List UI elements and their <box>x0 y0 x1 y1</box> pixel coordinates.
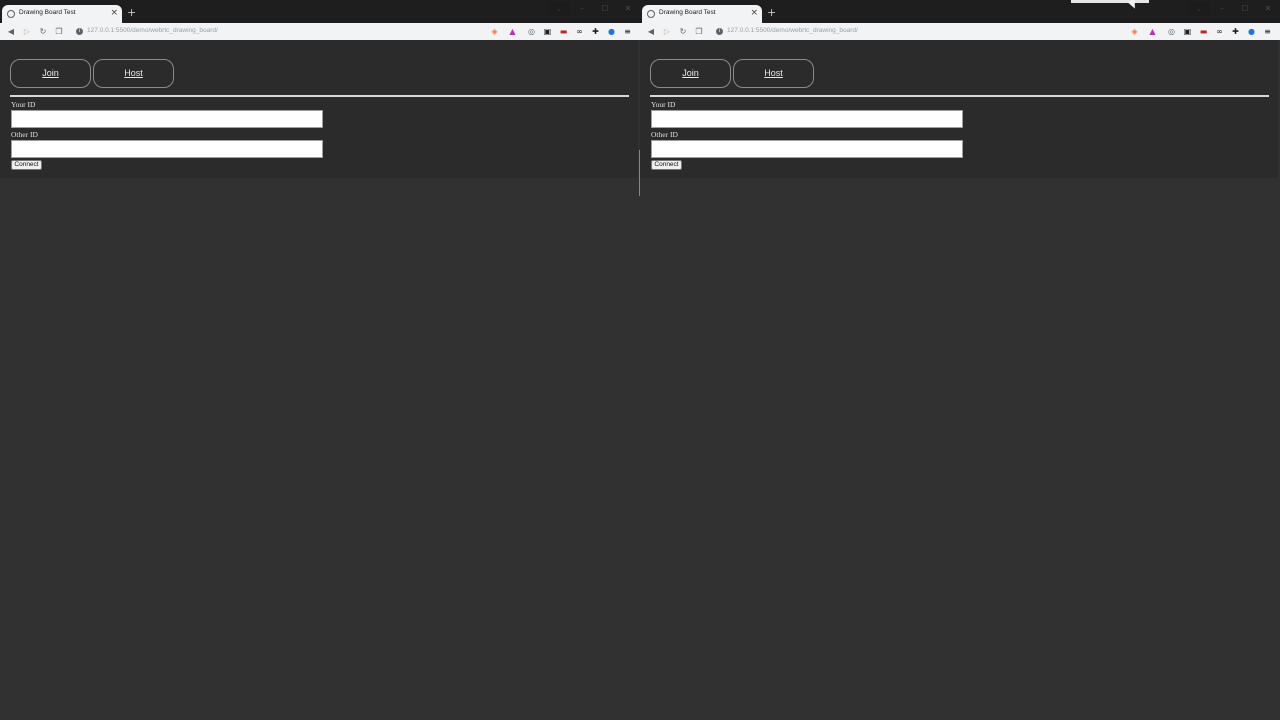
join-button[interactable]: Join <box>10 59 91 88</box>
your-id-input[interactable] <box>651 110 963 128</box>
other-id-input[interactable] <box>11 140 323 158</box>
tab-search-icon[interactable]: ⌄ <box>1188 2 1210 16</box>
browser-tab[interactable]: Drawing Board Test × <box>642 5 762 23</box>
address-bar[interactable]: i 127.0.0.1:5500/demo/webrtc_drawing_boa… <box>712 25 1162 38</box>
join-button[interactable]: Join <box>650 59 731 88</box>
browser-tab[interactable]: Drawing Board Test × <box>2 5 122 23</box>
close-window-button[interactable]: ✕ <box>617 2 639 16</box>
extension-icon[interactable]: ▬ <box>558 26 569 37</box>
forward-icon[interactable]: ▷ <box>661 25 673 38</box>
site-info-icon[interactable]: i <box>76 28 83 35</box>
tab-close-icon[interactable]: × <box>110 7 118 19</box>
rewards-icon[interactable]: ▲ <box>507 26 518 37</box>
tab-title: Drawing Board Test <box>19 9 76 16</box>
close-window-button[interactable]: ✕ <box>1257 2 1279 16</box>
back-icon[interactable]: ◀ <box>645 25 657 38</box>
menu-icon[interactable]: ≡ <box>622 26 633 37</box>
browser-window-left: Drawing Board Test × + ⌄ – ☐ ✕ ◀ ▷ ↻ ❐ i… <box>0 0 640 720</box>
page-content: Join Host Your ID Other ID Connect <box>640 40 1280 720</box>
site-info-icon[interactable]: i <box>716 28 723 35</box>
globe-icon <box>647 10 655 18</box>
connect-button[interactable]: Connect <box>651 160 682 170</box>
tab-strip: Drawing Board Test × + ⌄ – ☐ ✕ <box>0 0 640 23</box>
url-text[interactable]: 127.0.0.1:5500/demo/webrtc_drawing_board… <box>87 27 218 34</box>
your-id-label: Your ID <box>11 100 36 109</box>
globe-icon[interactable]: ● <box>1246 26 1257 37</box>
camera-icon[interactable]: ◎ <box>526 26 537 37</box>
extension-icon[interactable]: ▬ <box>1198 26 1209 37</box>
other-id-label: Other ID <box>11 130 38 139</box>
other-id-input[interactable] <box>651 140 963 158</box>
minimize-button[interactable]: – <box>1211 2 1233 16</box>
tab-title: Drawing Board Test <box>659 9 716 16</box>
brave-shield-icon[interactable]: ◈ <box>489 26 500 37</box>
host-button[interactable]: Host <box>93 59 174 88</box>
other-id-label: Other ID <box>651 130 678 139</box>
tab-close-icon[interactable]: × <box>750 7 758 19</box>
extension-icon[interactable]: ▣ <box>1182 26 1193 37</box>
puzzle-icon[interactable]: ✚ <box>1230 26 1241 37</box>
browser-toolbar: ◀ ▷ ↻ ❐ i 127.0.0.1:5500/demo/webrtc_dra… <box>640 23 1280 40</box>
your-id-label: Your ID <box>651 100 676 109</box>
brave-shield-icon[interactable]: ◈ <box>1129 26 1140 37</box>
bookmark-icon[interactable]: ❐ <box>53 25 65 38</box>
menu-icon[interactable]: ≡ <box>1262 26 1273 37</box>
divider <box>650 95 1269 97</box>
url-text[interactable]: 127.0.0.1:5500/demo/webrtc_drawing_board… <box>727 27 858 34</box>
address-bar[interactable]: i 127.0.0.1:5500/demo/webrtc_drawing_boa… <box>72 25 522 38</box>
new-tab-button[interactable]: + <box>127 6 136 20</box>
host-button[interactable]: Host <box>733 59 814 88</box>
globe-icon[interactable]: ● <box>606 26 617 37</box>
glasses-icon[interactable]: ∞ <box>1214 26 1225 37</box>
extension-icon[interactable]: ▣ <box>542 26 553 37</box>
your-id-input[interactable] <box>11 110 323 128</box>
connect-panel: Join Host Your ID Other ID Connect <box>0 40 638 178</box>
reload-icon[interactable]: ↻ <box>677 25 689 38</box>
connect-panel: Join Host Your ID Other ID Connect <box>640 40 1278 178</box>
minimize-button[interactable]: – <box>571 2 593 16</box>
tab-strip: Drawing Board Test × + ⌄ – ☐ ✕ <box>640 0 1280 23</box>
tab-search-icon[interactable]: ⌄ <box>548 2 570 16</box>
back-icon[interactable]: ◀ <box>5 25 17 38</box>
maximize-button[interactable]: ☐ <box>594 2 616 16</box>
browser-window-right: Drawing Board Test × + ⌄ – ☐ ✕ ◀ ▷ ↻ ❐ i… <box>640 0 1280 720</box>
maximize-button[interactable]: ☐ <box>1234 2 1256 16</box>
puzzle-icon[interactable]: ✚ <box>590 26 601 37</box>
page-content: Join Host Your ID Other ID Connect <box>0 40 640 720</box>
window-drag-bar[interactable] <box>1071 0 1149 3</box>
camera-icon[interactable]: ◎ <box>1166 26 1177 37</box>
bookmark-icon[interactable]: ❐ <box>693 25 705 38</box>
reload-icon[interactable]: ↻ <box>37 25 49 38</box>
forward-icon[interactable]: ▷ <box>21 25 33 38</box>
divider <box>10 95 629 97</box>
window-splitter[interactable] <box>639 150 640 196</box>
globe-icon <box>7 10 15 18</box>
connect-button[interactable]: Connect <box>11 160 42 170</box>
new-tab-button[interactable]: + <box>767 6 776 20</box>
glasses-icon[interactable]: ∞ <box>574 26 585 37</box>
browser-toolbar: ◀ ▷ ↻ ❐ i 127.0.0.1:5500/demo/webrtc_dra… <box>0 23 640 40</box>
rewards-icon[interactable]: ▲ <box>1147 26 1158 37</box>
